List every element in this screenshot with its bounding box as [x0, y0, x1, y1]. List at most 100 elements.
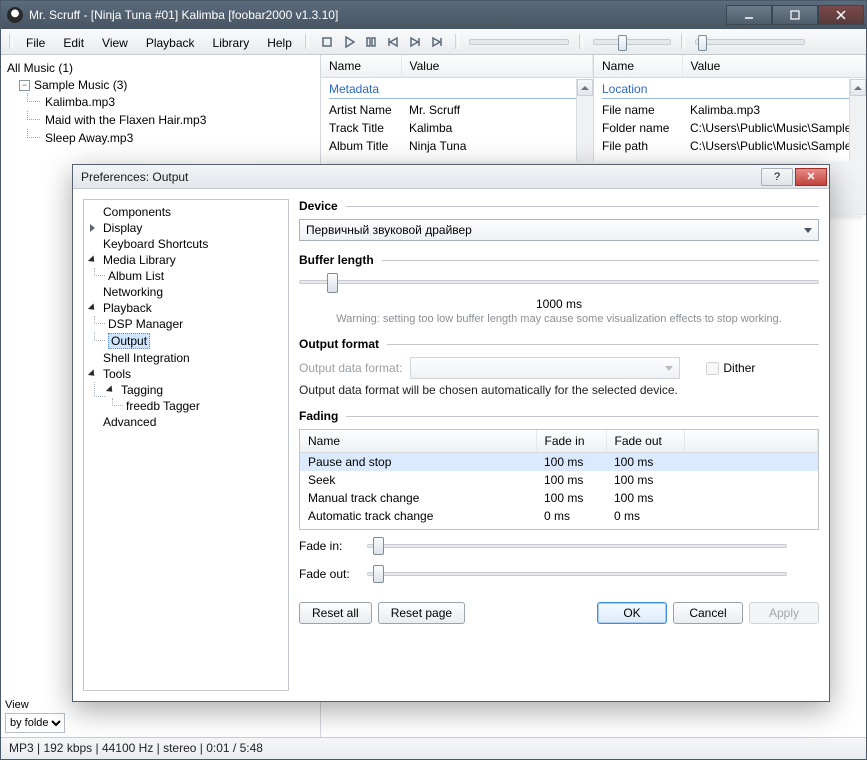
prev-icon[interactable] [383, 32, 403, 52]
close-button[interactable] [818, 5, 864, 25]
output-format-label: Output data format: [299, 361, 402, 375]
col-fadein[interactable]: Fade in [536, 430, 606, 453]
volume-slider[interactable] [593, 39, 671, 45]
tree-file[interactable]: Sleep Away.mp3 [41, 130, 318, 146]
balance-slider[interactable] [695, 39, 805, 45]
tree-file[interactable]: Kalimba.mp3 [41, 94, 318, 110]
menu-file[interactable]: File [17, 31, 54, 52]
fading-table: Name Fade in Fade out Pause and stop100 … [299, 429, 819, 530]
collapse-icon[interactable] [90, 304, 99, 313]
expand-icon[interactable] [90, 224, 99, 233]
balance-thumb[interactable] [698, 35, 707, 51]
pref-node-freedb-tagger[interactable]: freedb Tagger [124, 398, 284, 414]
col-empty [684, 430, 818, 453]
device-value: Первичный звуковой драйвер [306, 223, 472, 237]
tree-root-all-music[interactable]: All Music (1) [3, 60, 318, 76]
view-select[interactable]: by folder s [5, 713, 65, 733]
buffer-warning: Warning: setting too low buffer length m… [299, 313, 819, 325]
play-icon[interactable] [339, 32, 359, 52]
pref-node-display[interactable]: Display [88, 220, 284, 236]
status-text: MP3 | 192 kbps | 44100 Hz | stereo | 0:0… [9, 741, 263, 755]
pref-node-media-library[interactable]: Media Library [88, 252, 284, 268]
dialog-close-button[interactable]: ✕ [795, 168, 827, 186]
slider-thumb[interactable] [373, 565, 384, 583]
output-format-dropdown [410, 357, 680, 379]
pref-node-tools[interactable]: Tools [88, 366, 284, 382]
prop-row[interactable]: Artist NameMr. Scruff [321, 101, 593, 119]
pref-node-networking[interactable]: Networking [88, 284, 284, 300]
prop-row[interactable]: File nameKalimba.mp3 [594, 101, 866, 119]
fading-row[interactable]: Automatic track change0 ms0 ms [300, 507, 818, 529]
chevron-down-icon [804, 228, 812, 233]
toolbar-sep [305, 34, 309, 49]
prop-row[interactable]: File pathC:\Users\Public\Music\Sample [594, 137, 866, 155]
pref-node-dsp-manager[interactable]: DSP Manager [106, 316, 284, 332]
window-controls [726, 5, 864, 25]
app-logo-icon [7, 7, 23, 23]
col-name[interactable]: Name [321, 55, 401, 78]
stop-icon[interactable] [317, 32, 337, 52]
col-value[interactable]: Value [401, 55, 593, 78]
menubar: File Edit View Playback Library Help [1, 29, 866, 55]
fade-in-slider[interactable] [367, 536, 787, 556]
pref-node-output[interactable]: Output [106, 332, 284, 350]
pause-icon[interactable] [361, 32, 381, 52]
buffer-slider[interactable] [299, 271, 819, 293]
maximize-button[interactable] [772, 5, 818, 25]
prop-row[interactable]: Track TitleKalimba [321, 119, 593, 137]
slider-thumb[interactable] [373, 537, 384, 555]
collapse-icon[interactable] [90, 370, 99, 379]
fading-row[interactable]: Pause and stop100 ms100 ms [300, 453, 818, 472]
col-name[interactable]: Name [594, 55, 682, 78]
expand-minus-icon[interactable]: − [19, 80, 30, 91]
ok-button[interactable]: OK [597, 602, 667, 624]
random-icon[interactable] [427, 32, 447, 52]
pref-node-components[interactable]: Components [88, 204, 284, 220]
prop-row[interactable]: Album TitleNinja Tuna [321, 137, 593, 155]
pref-node-playback[interactable]: Playback [88, 300, 284, 316]
menu-help[interactable]: Help [258, 31, 301, 52]
menu-edit[interactable]: Edit [54, 31, 93, 52]
prop-row[interactable]: Folder nameC:\Users\Public\Music\Sample [594, 119, 866, 137]
output-format-heading: Output format [299, 337, 379, 351]
pref-node-shell-integration[interactable]: Shell Integration [88, 350, 284, 366]
seek-slider[interactable] [469, 39, 569, 45]
menu-playback[interactable]: Playback [137, 31, 204, 52]
tree-file[interactable]: Maid with the Flaxen Hair.mp3 [41, 112, 318, 128]
scroll-up-icon[interactable] [850, 79, 866, 96]
volume-thumb[interactable] [618, 35, 627, 51]
device-dropdown[interactable]: Первичный звуковой драйвер [299, 219, 819, 241]
apply-button[interactable]: Apply [749, 602, 819, 624]
pref-node-keyboard-shortcuts[interactable]: Keyboard Shortcuts [88, 236, 284, 252]
buffer-thumb[interactable] [327, 273, 338, 293]
pref-node-album-list[interactable]: Album List [106, 268, 284, 284]
titlebar: Mr. Scruff - [Ninja Tuna #01] Kalimba [f… [1, 1, 866, 29]
fading-row[interactable]: Seek100 ms100 ms [300, 471, 818, 489]
pref-node-advanced[interactable]: Advanced [88, 414, 284, 430]
collapse-icon[interactable] [108, 386, 117, 395]
minimize-button[interactable] [726, 5, 772, 25]
col-value[interactable]: Value [682, 55, 866, 78]
toolbar-sep-3 [579, 34, 583, 49]
scroll-up-icon[interactable] [577, 79, 593, 96]
fading-row[interactable]: Manual track change100 ms100 ms [300, 489, 818, 507]
output-format-note: Output data format will be chosen automa… [299, 383, 819, 397]
reset-page-button[interactable]: Reset page [378, 602, 465, 624]
col-name[interactable]: Name [300, 430, 536, 453]
pref-node-tagging[interactable]: Tagging [106, 382, 284, 398]
tree-folder-sample-music[interactable]: −Sample Music (3) [15, 77, 318, 93]
cancel-button[interactable]: Cancel [673, 602, 743, 624]
dither-checkbox[interactable]: Dither [706, 361, 755, 375]
reset-all-button[interactable]: Reset all [299, 602, 372, 624]
next-icon[interactable] [405, 32, 425, 52]
toolbar-sep-2 [455, 34, 459, 49]
toolbar-sep-4 [681, 34, 685, 49]
collapse-icon[interactable] [90, 256, 99, 265]
fade-out-slider[interactable] [367, 564, 787, 584]
col-fadeout[interactable]: Fade out [606, 430, 684, 453]
menu-view[interactable]: View [93, 31, 137, 52]
dialog-help-button[interactable]: ? [761, 168, 793, 186]
section-label: Location [602, 82, 647, 96]
preferences-page-output: Device Первичный звуковой драйвер Buffer… [299, 199, 819, 691]
menu-library[interactable]: Library [204, 31, 259, 52]
